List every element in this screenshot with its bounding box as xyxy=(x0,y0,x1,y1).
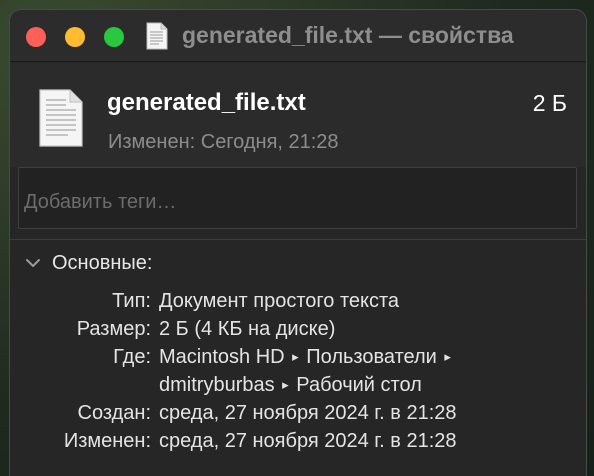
section-title: Основные: xyxy=(52,251,153,274)
where-value-line1: Macintosh HD ▸ Пользователи ▸ xyxy=(159,346,453,369)
text-document-icon xyxy=(146,22,168,50)
file-size: 2 Б xyxy=(532,90,567,116)
tags-input[interactable] xyxy=(18,167,577,229)
modified-label: Изменен: xyxy=(63,430,151,452)
where-label: Где: xyxy=(113,346,151,368)
chevron-down-icon[interactable] xyxy=(24,254,42,272)
general-section-toggle[interactable]: Основные: xyxy=(24,250,152,276)
path-volume: Macintosh HD xyxy=(159,346,285,368)
triangle-right-icon: ▸ xyxy=(282,377,289,392)
section-divider xyxy=(10,239,586,240)
path-user: dmitryburbas xyxy=(159,374,275,396)
triangle-right-icon: ▸ xyxy=(444,349,451,364)
size-value: 2 Б (4 КБ на диске) xyxy=(159,318,336,340)
size-label: Размер: xyxy=(76,318,151,340)
file-name: generated_file.txt xyxy=(107,89,306,116)
created-label: Создан: xyxy=(77,402,151,424)
close-button[interactable] xyxy=(26,27,46,47)
created-row: Создан: среда, 27 ноября 2024 г. в 21:28 xyxy=(10,402,586,430)
file-icon[interactable] xyxy=(38,88,84,148)
path-users: Пользователи xyxy=(306,346,437,368)
where-row: Где: Macintosh HD ▸ Пользователи ▸ xyxy=(10,346,586,374)
minimize-button[interactable] xyxy=(65,27,85,47)
where-row-continued: dmitryburbas ▸ Рабочий стол xyxy=(10,374,586,402)
info-window: generated_file.txt — свойства generated_… xyxy=(9,9,587,476)
path-desktop: Рабочий стол xyxy=(296,374,422,396)
file-summary: generated_file.txt 2 Б Изменен: Сегодня,… xyxy=(10,63,586,167)
title-bar[interactable]: generated_file.txt — свойства xyxy=(10,10,586,62)
size-row: Размер: 2 Б (4 КБ на диске) xyxy=(10,318,586,346)
zoom-button[interactable] xyxy=(104,27,124,47)
window-title: generated_file.txt — свойства xyxy=(182,22,514,48)
modified-summary: Изменен: Сегодня, 21:28 xyxy=(108,131,339,153)
where-value-line2: dmitryburbas ▸ Рабочий стол xyxy=(159,374,422,397)
kind-row: Тип: Документ простого текста xyxy=(10,290,586,318)
triangle-right-icon: ▸ xyxy=(292,349,299,364)
kind-label: Тип: xyxy=(112,290,151,312)
kind-value: Документ простого текста xyxy=(159,290,400,312)
created-value: среда, 27 ноября 2024 г. в 21:28 xyxy=(159,402,457,424)
modified-value: среда, 27 ноября 2024 г. в 21:28 xyxy=(159,430,457,452)
modified-row: Изменен: среда, 27 ноября 2024 г. в 21:2… xyxy=(10,430,586,458)
